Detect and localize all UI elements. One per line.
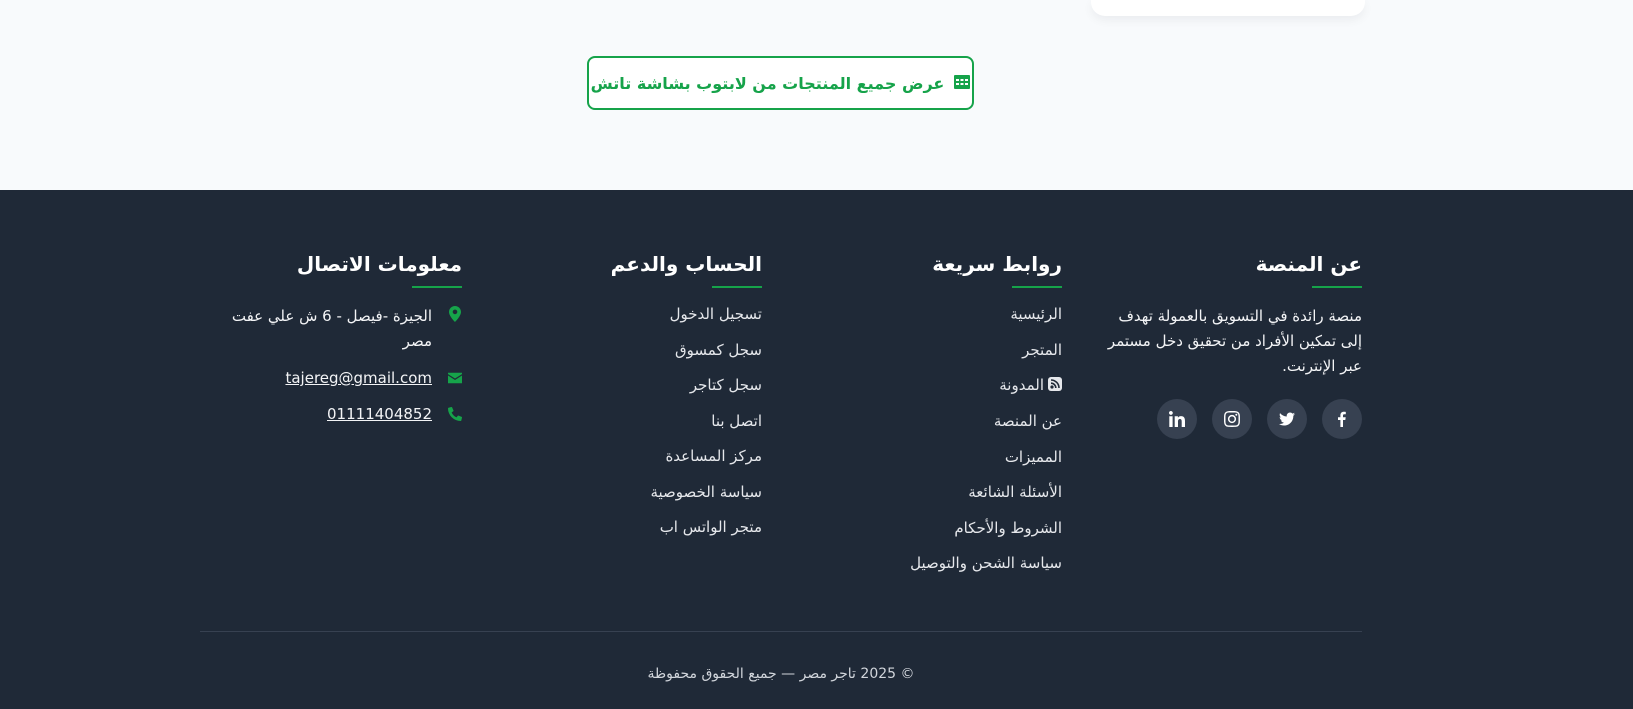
title-underline [712, 286, 762, 288]
about-title: عن المنصة [1255, 252, 1362, 276]
footer-account-column: الحساب والدعم تسجيل الدخول سجل كمسوق سجل… [522, 252, 762, 553]
footer-divider [200, 631, 1362, 632]
title-underline [1012, 286, 1062, 288]
footer-link-about[interactable]: عن المنصة [822, 411, 1062, 431]
phone-icon [446, 404, 463, 426]
blog-rss-icon [1048, 376, 1062, 396]
envelope-icon [446, 368, 462, 390]
footer-link-privacy[interactable]: سياسة الخصوصية [522, 482, 762, 502]
about-text: منصة رائدة في التسويق بالعمولة تهدف إلى … [1107, 307, 1362, 375]
footer-link-shipping[interactable]: سياسة الشحن والتوصيل [822, 553, 1062, 573]
footer-link-contact[interactable]: اتصل بنا [522, 411, 762, 431]
map-pin-icon [446, 304, 462, 326]
contact-address-row: الجيزة -فيصل - 6 ش علي عفت مصر [200, 304, 462, 354]
contact-email-link[interactable]: tajereg@gmail.com [285, 368, 432, 388]
footer-link-store[interactable]: المتجر [822, 340, 1062, 360]
copyright-text: © 2025 تاجر مصر — جميع الحقوق محفوظة [647, 666, 915, 682]
quick-links-title: روابط سريعة [932, 252, 1062, 276]
title-underline [412, 286, 462, 288]
account-title: الحساب والدعم [610, 252, 762, 276]
twitter-icon [1279, 412, 1295, 426]
instagram-link[interactable] [1212, 399, 1252, 439]
footer-link-whatsapp-store[interactable]: متجر الواتس اب [522, 517, 762, 537]
footer-link-features[interactable]: المميزات [822, 447, 1062, 467]
footer-link-home[interactable]: الرئيسية [822, 304, 1062, 324]
social-links [1082, 399, 1362, 439]
blog-link-label: المدونة [999, 376, 1044, 394]
title-underline [1312, 286, 1362, 288]
contact-phone-link[interactable]: 01111404852 [327, 404, 432, 424]
footer-link-register-marketer[interactable]: سجل كمسوق [522, 340, 762, 360]
footer-link-register-merchant[interactable]: سجل كتاجر [522, 375, 762, 395]
footer-link-terms[interactable]: الشروط والأحكام [822, 518, 1062, 538]
contact-title: معلومات الاتصال [296, 252, 462, 276]
view-all-products-button[interactable]: عرض جميع المنتجات من لابتوب بشاشة تاتش [587, 56, 974, 110]
contact-address: الجيزة -فيصل - 6 ش علي عفت مصر [231, 307, 432, 350]
footer-link-faq[interactable]: الأسئلة الشائعة [822, 482, 1062, 502]
footer-link-login[interactable]: تسجيل الدخول [522, 304, 762, 324]
view-all-label: عرض جميع المنتجات من لابتوب بشاشة تاتش [590, 73, 945, 93]
product-card-bottom [1091, 0, 1365, 16]
table-grid-icon [954, 74, 971, 93]
instagram-icon [1224, 411, 1240, 427]
contact-email-row: tajereg@gmail.com [200, 368, 462, 390]
footer-quick-links-column: روابط سريعة الرئيسية المتجر المدونة عن ا… [822, 252, 1062, 589]
facebook-icon [1338, 411, 1346, 427]
contact-phone-row: 01111404852 [200, 404, 463, 426]
facebook-link[interactable] [1322, 399, 1362, 439]
footer-link-help-center[interactable]: مركز المساعدة [522, 446, 762, 466]
linkedin-link[interactable] [1157, 399, 1197, 439]
linkedin-icon [1169, 411, 1185, 427]
footer-link-blog[interactable]: المدونة [822, 375, 1062, 396]
footer-contact-column: معلومات الاتصال الجيزة -فيصل - 6 ش علي ع… [200, 252, 463, 440]
site-footer: عن المنصة منصة رائدة في التسويق بالعمولة… [0, 190, 1633, 709]
footer-about-column: عن المنصة منصة رائدة في التسويق بالعمولة… [1082, 252, 1362, 439]
twitter-link[interactable] [1267, 399, 1307, 439]
